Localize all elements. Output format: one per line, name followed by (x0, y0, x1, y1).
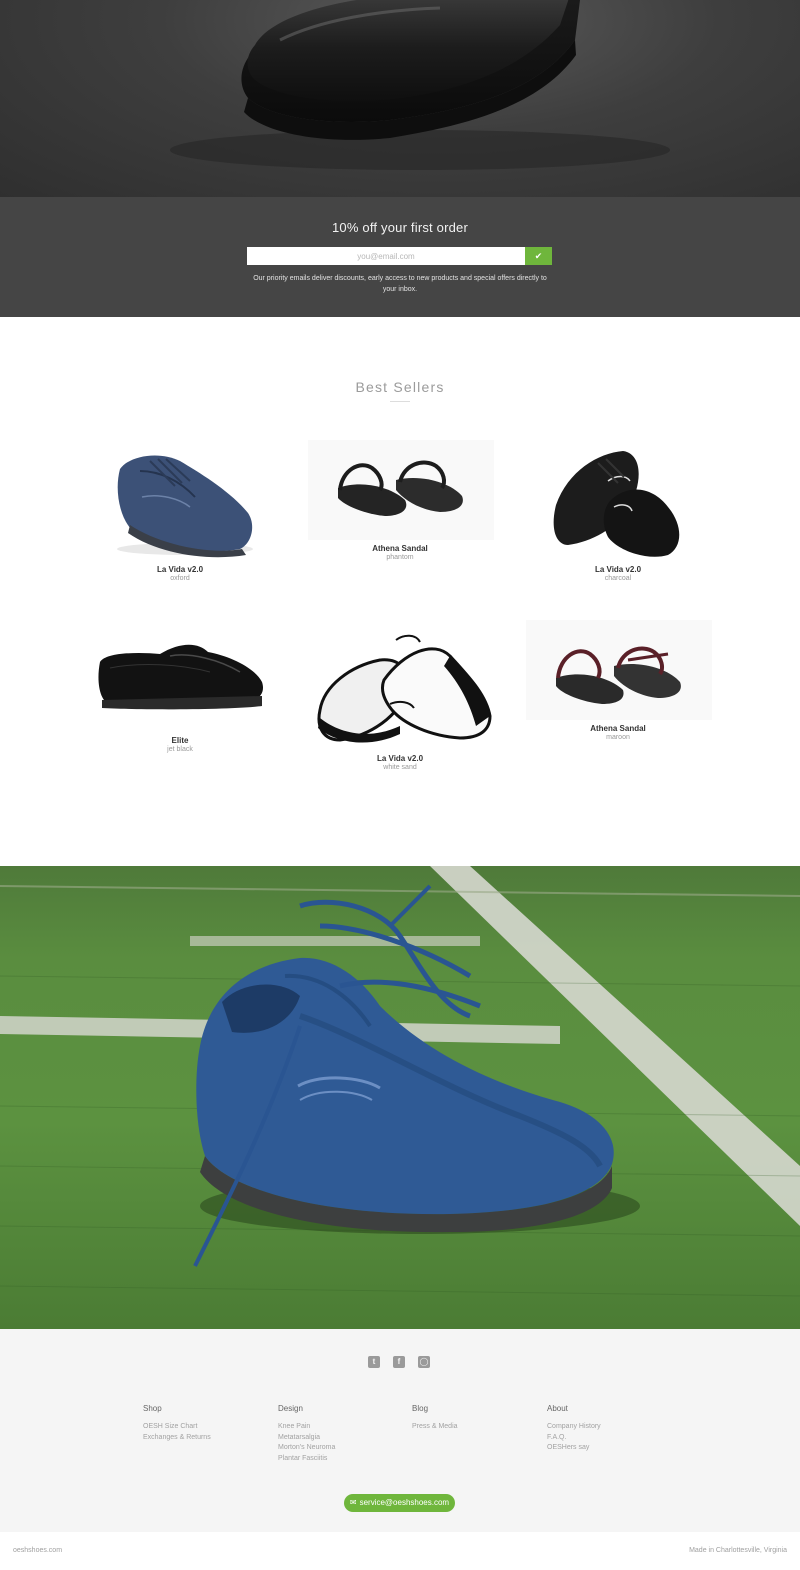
subscribe-button[interactable]: ✔ (525, 247, 552, 265)
product-name: La Vida v2.0 (594, 565, 642, 574)
social-links: t f ◯ (368, 1356, 430, 1368)
product-variant: jet black (167, 746, 193, 753)
product-card[interactable]: La Vida v2.0 charcoal (518, 441, 718, 582)
product-name: Athena Sandal (372, 544, 428, 553)
bottom-bar: oeshshoes.com Made in Charlottesville, V… (0, 1532, 800, 1570)
newsletter-title: 10% off your first order (331, 220, 469, 235)
site-domain[interactable]: oeshshoes.com (13, 1547, 62, 1554)
footer-link[interactable]: Press & Media (412, 1422, 542, 1433)
product-image (518, 620, 718, 720)
instagram-icon[interactable]: ◯ (418, 1356, 430, 1368)
black-shoe-illustration (170, 0, 670, 170)
title-divider (390, 401, 410, 402)
footer-link[interactable]: Exchanges & Returns (143, 1433, 273, 1444)
product-name: Elite (171, 736, 189, 745)
email-us-button[interactable]: ✉ service@oeshshoes.com (344, 1494, 455, 1512)
newsletter-description: Our priority emails deliver discounts, e… (253, 275, 547, 293)
product-image (80, 612, 280, 732)
product-variant: charcoal (604, 575, 632, 582)
product-name: Athena Sandal (590, 724, 646, 733)
product-variant: oxford (170, 575, 190, 582)
blue-shoe-on-turf (0, 866, 800, 1297)
product-image (518, 441, 718, 561)
check-icon: ✔ (534, 251, 543, 261)
footer-link[interactable]: Plantar Fasciitis (278, 1454, 408, 1465)
product-card[interactable]: La Vida v2.0 white sand (300, 630, 500, 771)
footer-link[interactable]: Metatarsalgia (278, 1433, 408, 1444)
product-name: La Vida v2.0 (156, 565, 204, 574)
product-card[interactable]: Athena Sandal maroon (518, 620, 718, 741)
email-address: service@oeshshoes.com (359, 1498, 450, 1507)
product-variant: phantom (386, 554, 414, 561)
hero-banner-image (0, 0, 800, 197)
email-input[interactable] (247, 247, 525, 265)
footer-heading: Blog (412, 1404, 429, 1413)
facebook-icon[interactable]: f (393, 1356, 405, 1368)
footer-column-about: About Company History F.A.Q. OESHers say (547, 1404, 677, 1454)
footer-heading: Design (278, 1404, 303, 1413)
footer-column-blog: Blog Press & Media (412, 1404, 542, 1433)
footer-link[interactable]: OESHers say (547, 1443, 677, 1454)
footer-column-design: Design Knee Pain Metatarsalgia Morton's … (278, 1404, 408, 1464)
footer-link[interactable]: Morton's Neuroma (278, 1443, 408, 1454)
product-card[interactable]: Elite jet black (80, 612, 280, 753)
turf-shoe-image (0, 866, 800, 1329)
product-name: La Vida v2.0 (376, 754, 424, 763)
product-image (300, 440, 500, 540)
footer-heading: Shop (143, 1404, 162, 1413)
made-in-text: Made in Charlottesville, Virginia (689, 1547, 787, 1554)
best-sellers-title: Best Sellers (355, 379, 445, 395)
product-card[interactable]: La Vida v2.0 oxford (80, 441, 280, 582)
footer-heading: About (547, 1404, 568, 1413)
product-variant: white sand (383, 764, 417, 771)
envelope-icon: ✉ (349, 1498, 357, 1507)
newsletter-form: ✔ (247, 247, 552, 265)
product-card[interactable]: Athena Sandal phantom (300, 440, 500, 561)
product-image (80, 441, 280, 561)
footer-link[interactable]: OESH Size Chart (143, 1422, 273, 1433)
footer-link[interactable]: Knee Pain (278, 1422, 408, 1433)
footer-link[interactable]: F.A.Q. (547, 1433, 677, 1444)
newsletter-section: 10% off your first order ✔ Our priority … (0, 197, 800, 317)
footer-link[interactable]: Company History (547, 1422, 677, 1433)
twitter-icon[interactable]: t (368, 1356, 380, 1368)
product-image (300, 630, 500, 750)
product-variant: maroon (606, 734, 630, 741)
footer-column-shop: Shop OESH Size Chart Exchanges & Returns (143, 1404, 273, 1443)
